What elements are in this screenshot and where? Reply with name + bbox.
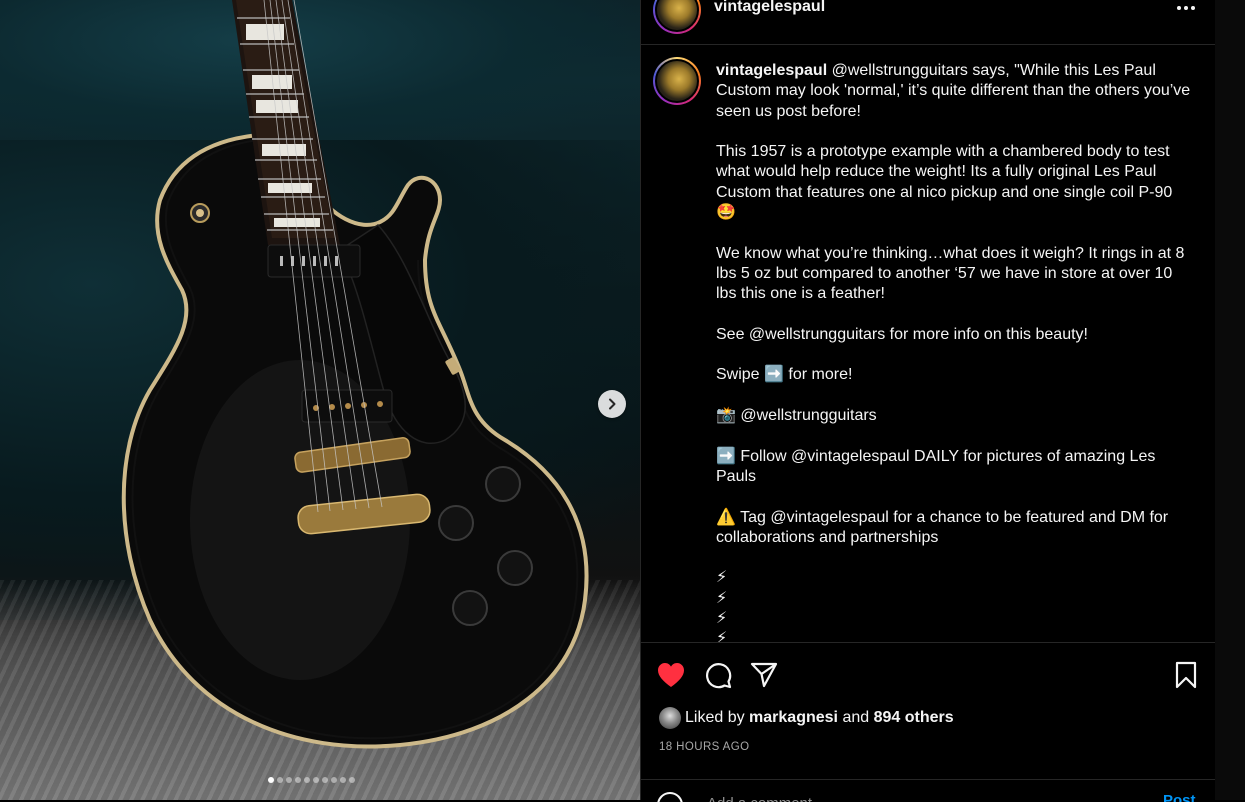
save-button[interactable]: [1170, 659, 1202, 691]
post-detail-pane: vintagelespaul vintagelespaul @wellstrun…: [640, 0, 1216, 802]
author-username[interactable]: vintagelespaul: [714, 0, 825, 16]
carousel-dot: [277, 777, 283, 783]
post-comment-button[interactable]: Post: [1163, 792, 1196, 802]
carousel-dot: [340, 777, 346, 783]
others-likes-link[interactable]: 894 others: [874, 709, 954, 727]
carousel-dot: [322, 777, 328, 783]
author-avatar[interactable]: [653, 0, 701, 34]
liked-by-prefix: Liked by: [685, 709, 745, 726]
post-actions: Liked by markagnesi and 894 others 18 HO…: [641, 642, 1216, 802]
liked-by-summary: Liked by markagnesi and 894 others: [659, 707, 954, 729]
carousel-dot: [295, 777, 301, 783]
comment-icon: [706, 663, 732, 689]
liked-by-joiner: and: [842, 709, 870, 726]
carousel-dot: [331, 777, 337, 783]
comment-input[interactable]: [705, 790, 1129, 802]
carousel-dot: [286, 777, 292, 783]
heart-filled-icon: [658, 663, 684, 687]
post-caption: vintagelespaul @wellstrungguitars says, …: [716, 61, 1191, 642]
like-button[interactable]: [655, 659, 687, 691]
carousel-dot: [349, 777, 355, 783]
carousel-dot: [304, 777, 310, 783]
bookmark-icon: [1175, 661, 1197, 689]
post-timestamp[interactable]: 18 HOURS AGO: [659, 741, 749, 753]
more-options-button[interactable]: [1171, 0, 1201, 16]
post-media[interactable]: [0, 0, 640, 800]
comment-button[interactable]: [702, 659, 734, 691]
next-media-button[interactable]: [598, 390, 626, 418]
carousel-dot: [268, 777, 274, 783]
carousel-dot: [313, 777, 319, 783]
caption-author-avatar[interactable]: [653, 57, 701, 105]
guitar-photo: [121, 0, 589, 749]
share-icon: [750, 662, 778, 688]
emoji-icon[interactable]: [657, 792, 683, 802]
comments-scroll-area[interactable]: vintagelespaul @wellstrungguitars says, …: [641, 45, 1216, 642]
caption-username[interactable]: vintagelespaul: [716, 62, 827, 79]
more-horizontal-icon: [1177, 6, 1195, 10]
caption-text: @wellstrungguitars says, "While this Les…: [716, 62, 1191, 642]
liker-avatar[interactable]: [659, 707, 681, 729]
post-header: vintagelespaul: [641, 0, 1216, 45]
chevron-right-icon: [609, 398, 616, 410]
page-gutter: [1215, 0, 1245, 800]
add-comment-bar: Post: [641, 779, 1216, 802]
share-button[interactable]: [748, 659, 780, 691]
first-liker-link[interactable]: markagnesi: [749, 709, 838, 727]
carousel-indicator: [268, 777, 355, 783]
